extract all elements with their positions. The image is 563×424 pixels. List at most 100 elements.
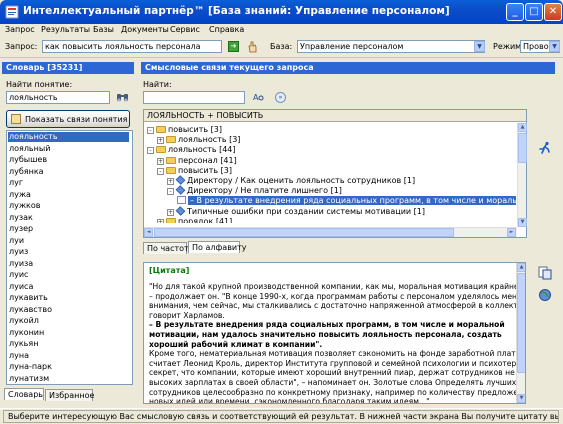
tab-by-frequency[interactable]: По частоте: [143, 242, 194, 254]
scroll-down-icon[interactable]: ▼: [517, 394, 525, 403]
expand-icon[interactable]: +: [157, 218, 164, 223]
tree-node-label: лояльность [3]: [178, 135, 241, 145]
copy-quote-icon[interactable]: [538, 266, 552, 280]
menu-item-bases[interactable]: Базы: [93, 25, 114, 34]
dictionary-list[interactable]: лояльность лояльный лубышев лубянка луг лужа л…: [6, 130, 133, 385]
find-input[interactable]: [143, 91, 245, 104]
folder-icon: [166, 156, 176, 164]
binoculars-icon[interactable]: [116, 91, 129, 103]
dictionary-list-item[interactable]: лояльный: [9, 144, 130, 154]
hscroll-thumb[interactable]: [154, 228, 454, 237]
tree-node[interactable]: + Директору / Как оценить лояльность сотр…: [167, 175, 415, 186]
quote-panel: [Цитата] "Но для такой крупной производс…: [143, 262, 526, 404]
tree-hscrollbar[interactable]: ◄ ►: [144, 227, 517, 237]
tab-alphabetical[interactable]: По алфавиту: [188, 241, 247, 253]
dictionary-list-item[interactable]: лужа: [9, 190, 130, 200]
menu-item-results[interactable]: Результаты: [41, 25, 90, 34]
tree-node[interactable]: - повысить [3]: [147, 125, 222, 135]
tab-dictionary[interactable]: Словарь: [4, 388, 44, 400]
scroll-thumb[interactable]: [517, 273, 525, 373]
expand-all-icon[interactable]: »: [275, 92, 286, 103]
chevron-down-icon[interactable]: ▼: [549, 41, 560, 52]
go-arrow-icon[interactable]: ➔: [228, 41, 239, 52]
scroll-thumb[interactable]: [518, 133, 527, 163]
query-input[interactable]: как повысить лояльность персонала: [42, 40, 222, 53]
menu-item-query[interactable]: Запрос: [5, 25, 35, 34]
show-concept-links-button[interactable]: Показать связи понятия: [6, 110, 130, 128]
dictionary-list-item[interactable]: луиса: [9, 282, 130, 292]
tab-favorites[interactable]: Избранное: [45, 389, 94, 401]
tree-scrollbar[interactable]: ▲ ▼: [517, 123, 527, 227]
dictionary-list-item[interactable]: луконин: [9, 328, 130, 338]
dictionary-list-item[interactable]: луна-парк: [9, 362, 130, 372]
scroll-up-icon[interactable]: ▲: [517, 263, 525, 272]
tree-node[interactable]: – В результате внедрения ряда социальных…: [177, 196, 516, 206]
dictionary-list-item[interactable]: лукьян: [9, 339, 130, 349]
tree-node[interactable]: + лояльность [3]: [157, 135, 240, 145]
tree-node-label: персонал [41]: [178, 155, 237, 165]
quote-line: секрет, что компании, которые имеют хоро…: [149, 368, 526, 378]
tree-node[interactable]: - Директору / Не платите лишнего [1]: [167, 185, 342, 196]
chevron-down-icon[interactable]: ▼: [474, 41, 485, 52]
find-text-icon[interactable]: A: [253, 92, 264, 102]
semantic-tree[interactable]: - повысить [3] + лояльность [3] - лояльность …: [144, 123, 516, 223]
scroll-left-icon[interactable]: ◄: [144, 228, 153, 237]
tree-node-label: Директору / Не платите лишнего [1]: [187, 186, 342, 196]
folder-icon: [156, 146, 166, 154]
dictionary-list-item[interactable]: луна: [9, 351, 130, 361]
dictionary-list-item[interactable]: луиза: [9, 259, 130, 269]
dictionary-list-item[interactable]: лузер: [9, 224, 130, 234]
minimize-button[interactable]: _: [506, 3, 524, 21]
expand-icon[interactable]: +: [167, 208, 174, 216]
menu-item-help[interactable]: Справка: [209, 25, 244, 34]
globe-icon[interactable]: [538, 288, 552, 302]
dictionary-list-item[interactable]: лукавить: [9, 293, 130, 303]
tree-node-label: порядок [41]: [178, 216, 233, 223]
dictionary-list-item[interactable]: лунатизм: [9, 374, 130, 384]
maximize-button[interactable]: □: [525, 3, 543, 21]
collapse-icon[interactable]: -: [157, 167, 164, 175]
find-concept-label: Найти понятие:: [6, 80, 73, 89]
dictionary-list-item[interactable]: лукойл: [9, 316, 130, 326]
dictionary-list-item[interactable]: лубянка: [9, 167, 130, 177]
expand-icon[interactable]: +: [157, 157, 164, 165]
collapse-icon[interactable]: -: [147, 127, 154, 134]
dictionary-list-item[interactable]: луиз: [9, 247, 130, 257]
links-icon: [11, 114, 21, 124]
menu-item-service[interactable]: Сервис: [170, 25, 200, 34]
base-select[interactable]: Управление персоналом: [297, 40, 485, 53]
dictionary-list-item[interactable]: лубышев: [9, 155, 130, 165]
tree-node[interactable]: - лояльность [44]: [147, 145, 236, 155]
quote-line: новых идей или времени, сэкономленного б…: [149, 397, 430, 404]
scroll-down-icon[interactable]: ▼: [518, 218, 527, 227]
dictionary-list-item[interactable]: луи: [9, 236, 130, 246]
collapse-icon[interactable]: -: [167, 188, 174, 196]
quote-body: "Но для такой крупной производственной к…: [144, 282, 525, 404]
dictionary-list-item[interactable]: луис: [9, 270, 130, 280]
quote-line: высоких зарплатах в своей области", – на…: [149, 378, 517, 387]
find-concept-input[interactable]: лояльность: [6, 91, 110, 104]
hand-cursor-icon[interactable]: [246, 40, 259, 53]
tree-node[interactable]: + персонал [41]: [157, 156, 237, 166]
document-icon: [175, 175, 186, 185]
expand-icon[interactable]: +: [167, 178, 174, 185]
expand-icon[interactable]: +: [157, 137, 164, 145]
running-man-icon[interactable]: [538, 141, 552, 155]
dictionary-list-item[interactable]: лукавство: [9, 305, 130, 315]
tree-node[interactable]: + Типичные ошибки при создании системы мо…: [167, 205, 425, 217]
scroll-right-icon[interactable]: ►: [507, 228, 516, 237]
quote-line: мотивации, нам удалось значительно повыс…: [149, 330, 502, 339]
tree-node[interactable]: + порядок [41]: [157, 217, 232, 223]
menu-item-documents[interactable]: Документы: [121, 25, 169, 34]
dictionary-list-item[interactable]: луг: [9, 178, 130, 188]
scroll-up-icon[interactable]: ▲: [518, 123, 527, 132]
quote-scrollbar[interactable]: ▲ ▼: [516, 263, 525, 403]
dictionary-list-item[interactable]: лужков: [9, 201, 130, 211]
dictionary-list-item[interactable]: лояльность: [8, 132, 129, 142]
collapse-icon[interactable]: -: [147, 147, 154, 155]
quote-line: считает Леонид Кроль, директор Института…: [149, 358, 526, 368]
close-button[interactable]: ✕: [544, 3, 562, 21]
dictionary-list-item[interactable]: лузак: [9, 213, 130, 223]
title-bar[interactable]: Интеллектуальный партнёр™ [База знаний: …: [0, 0, 563, 24]
tree-node[interactable]: - повысить [3]: [157, 166, 232, 176]
